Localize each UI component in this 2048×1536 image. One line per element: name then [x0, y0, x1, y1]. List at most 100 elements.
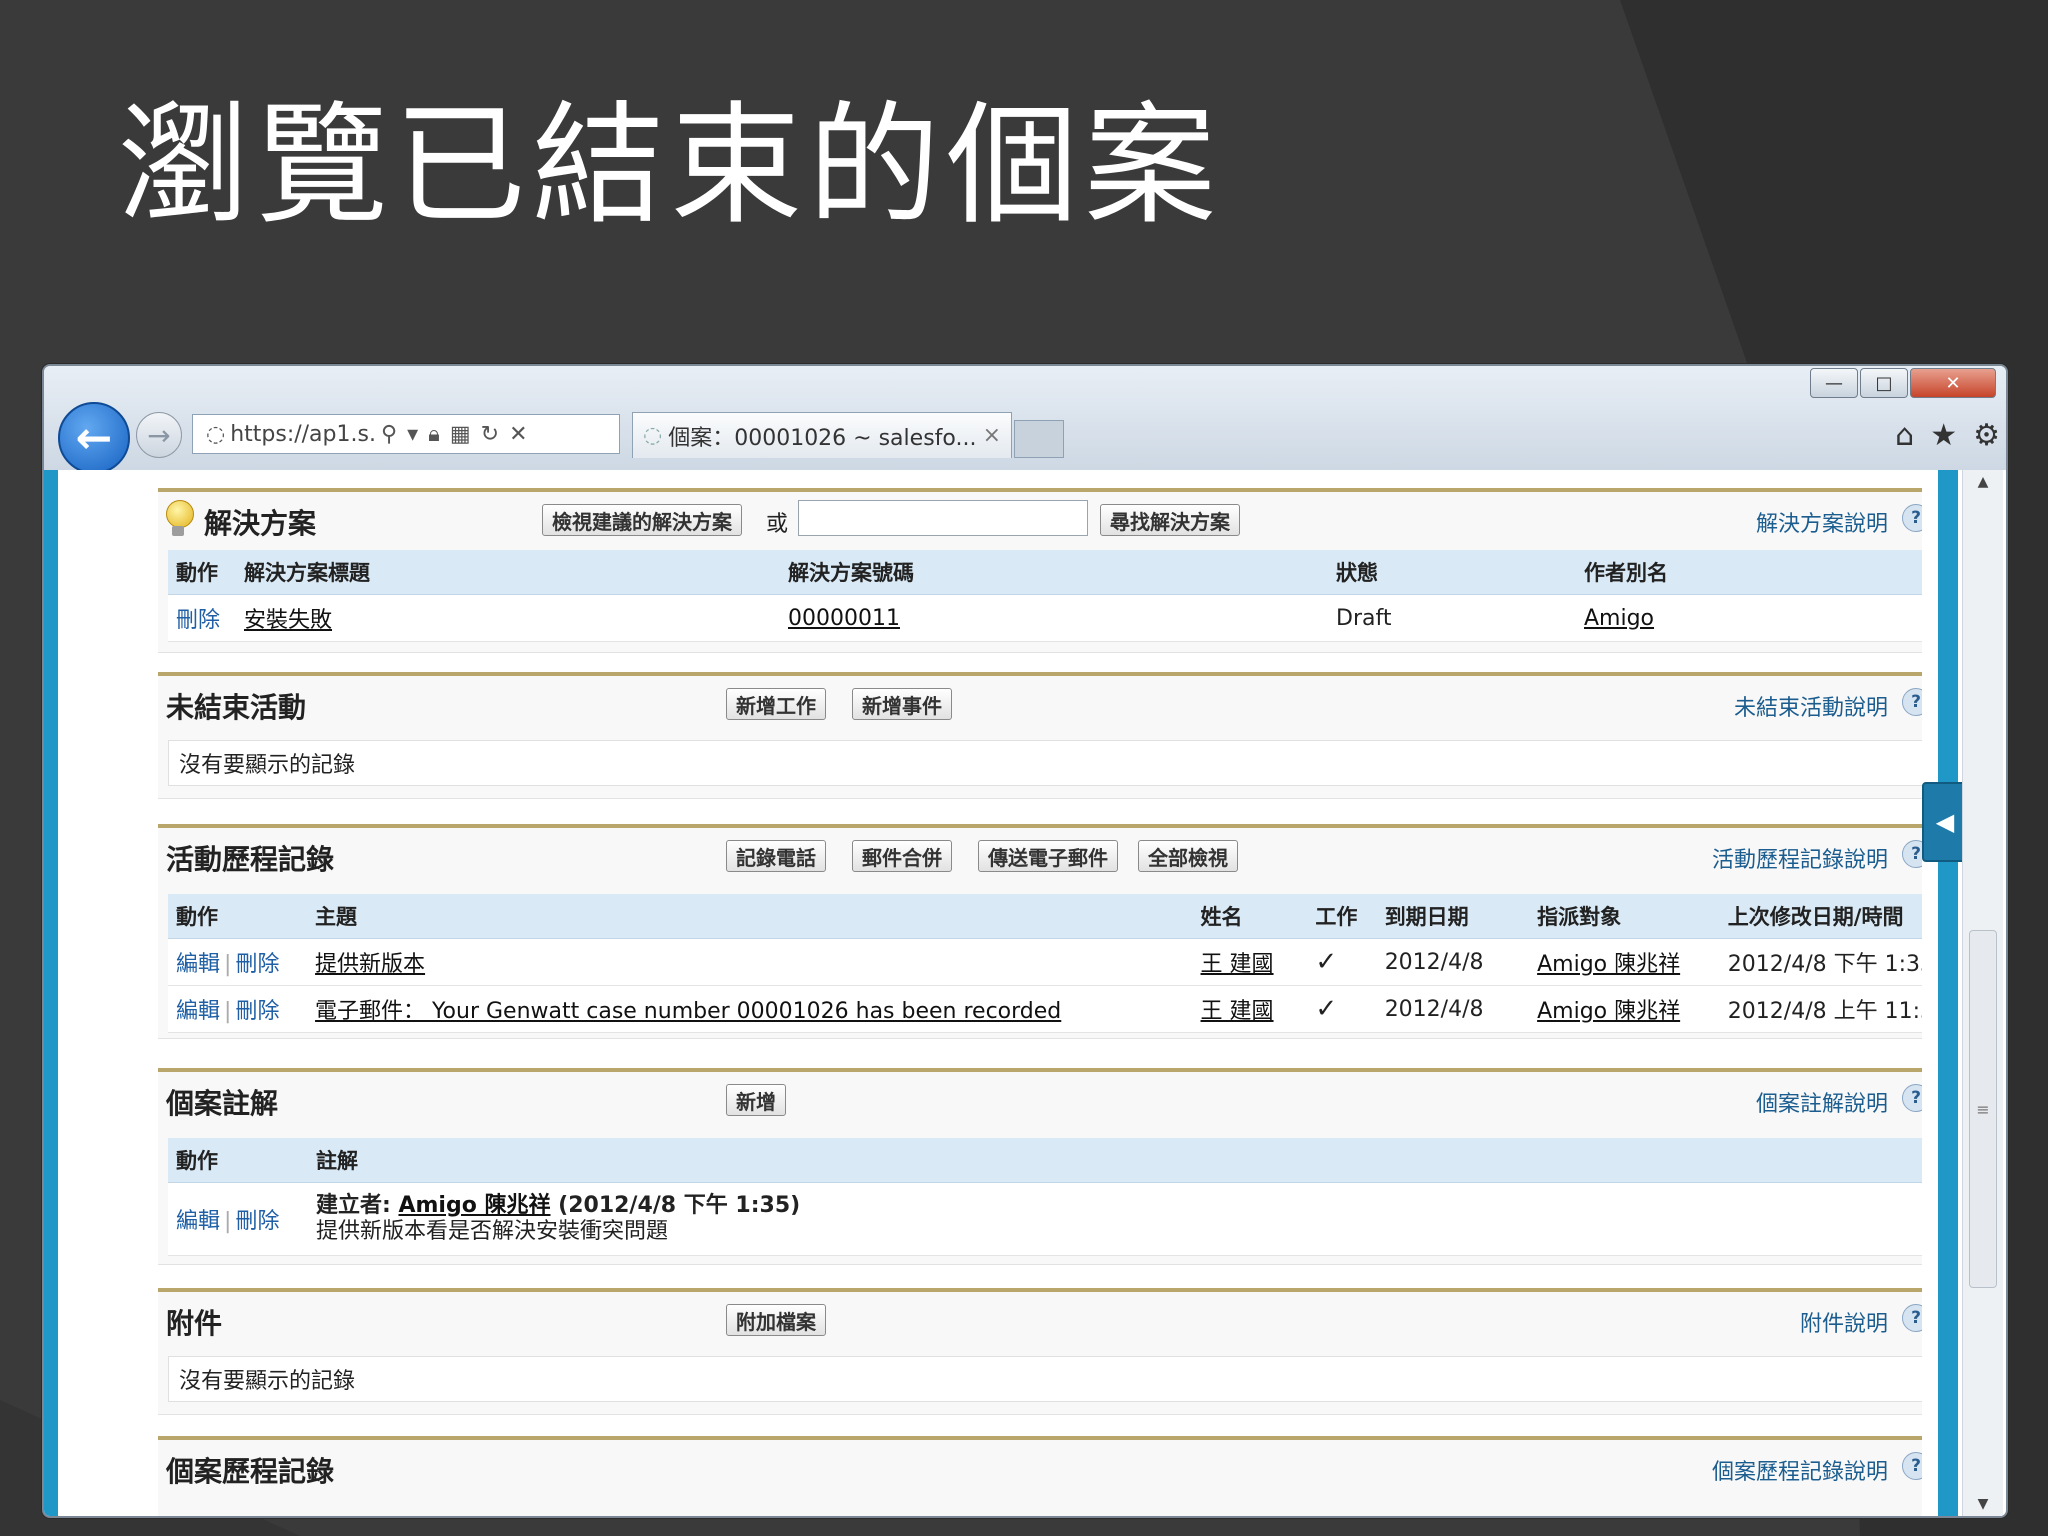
col-action: 動作	[168, 1138, 308, 1183]
attach-file-button[interactable]: 附加檔案	[726, 1304, 826, 1336]
col-due-date: 到期日期	[1376, 894, 1530, 939]
delete-link[interactable]: 刪除	[235, 999, 279, 1024]
last-modified: 2012/4/8 下午 1:33	[1727, 952, 1922, 977]
stop-icon[interactable]: ✕	[509, 422, 527, 447]
contact-name-link[interactable]: 王 建國	[1201, 999, 1274, 1024]
activity-history-help-link[interactable]: 活動歷程記錄說明	[1712, 842, 1888, 874]
help-question-icon[interactable]: ?	[1902, 1452, 1922, 1480]
help-question-icon[interactable]: ?	[1902, 1084, 1922, 1112]
edit-link[interactable]: 編輯	[176, 999, 220, 1024]
lightbulb-icon	[166, 500, 194, 528]
table-row: 編輯 | 刪除 建立者: Amigo 陳兆祥 (2012/4/8 下午 1:35) …	[168, 1182, 1922, 1256]
scroll-up-icon[interactable]: ▲	[1963, 474, 2003, 490]
solutions-help-link[interactable]: 解決方案說明	[1756, 506, 1888, 538]
new-task-button[interactable]: 新增工作	[726, 688, 826, 720]
case-comments-section: 個案註解 新增 個案註解說明 ? 動作 註解 編輯 | 刪除 建立者: Amigo …	[158, 1068, 1922, 1265]
page-icon: ◌	[206, 421, 226, 447]
comment-header: 建立者: Amigo 陳兆祥 (2012/4/8 下午 1:35)	[316, 1193, 1922, 1219]
help-question-icon[interactable]: ?	[1902, 840, 1922, 868]
col-last-modified: 上次修改日期/時間	[1719, 894, 1922, 939]
col-subject: 主題	[307, 894, 1193, 939]
col-author-alias: 作者別名	[1576, 550, 1922, 595]
delete-link[interactable]: 刪除	[235, 1209, 279, 1234]
scroll-thumb[interactable]: ≡	[1969, 930, 1997, 1288]
help-question-icon[interactable]: ?	[1902, 688, 1922, 716]
subject-link[interactable]: 電子郵件： Your Genwatt case number 00001026 …	[315, 999, 1061, 1024]
solution-status: Draft	[1336, 605, 1392, 631]
solution-number-link[interactable]: 00000011	[788, 606, 900, 631]
forward-arrow-icon[interactable]: →	[136, 412, 182, 458]
solution-title-link[interactable]: 安裝失敗	[244, 608, 332, 633]
home-icon[interactable]: ⌂	[1895, 418, 1914, 453]
lock-icon[interactable]: 🔒︎	[428, 422, 440, 447]
col-comment: 註解	[308, 1138, 1922, 1183]
action-separator: |	[224, 952, 232, 977]
browser-tab-active[interactable]: ◌ 個案：00001026 ~ salesfo... ×	[632, 412, 1012, 458]
comment-date: (2012/4/8 下午 1:35)	[550, 1193, 801, 1218]
send-email-button[interactable]: 傳送電子郵件	[978, 840, 1118, 872]
close-window-button[interactable]: ✕	[1910, 368, 1996, 398]
author-alias-link[interactable]: Amigo	[1584, 606, 1654, 631]
edit-link[interactable]: 編輯	[176, 1209, 220, 1234]
comment-body: 提供新版本看是否解決安裝衝突問題	[316, 1219, 669, 1244]
task-check-icon: ✓	[1315, 994, 1338, 1024]
table-row: 刪除 安裝失敗 00000011 Draft Amigo	[168, 594, 1922, 642]
help-question-icon[interactable]: ?	[1902, 1304, 1922, 1332]
refresh-icon[interactable]: ↻	[481, 422, 499, 447]
new-event-button[interactable]: 新增事件	[852, 688, 952, 720]
find-solution-button[interactable]: 尋找解決方案	[1100, 504, 1240, 536]
delete-link[interactable]: 刪除	[176, 608, 220, 633]
table-row: 編輯 | 刪除 電子郵件： Your Genwatt case number 000…	[168, 985, 1922, 1033]
compat-icon[interactable]: ▦	[450, 422, 471, 447]
subject-link[interactable]: 提供新版本	[315, 952, 425, 977]
solution-search-input[interactable]	[798, 500, 1088, 536]
lightbulb-base-icon	[172, 526, 184, 536]
contact-name-link[interactable]: 王 建國	[1201, 952, 1274, 977]
case-comments-table: 動作 註解 編輯 | 刪除 建立者: Amigo 陳兆祥 (2012/4/8 下午 …	[168, 1138, 1922, 1256]
new-tab-button[interactable]	[1014, 420, 1064, 458]
view-all-button[interactable]: 全部檢視	[1138, 840, 1238, 872]
tab-close-icon[interactable]: ×	[983, 423, 1001, 448]
solutions-section: 解決方案 檢視建議的解決方案 或 尋找解決方案 解決方案說明 ? 動作 解決方案…	[158, 488, 1922, 653]
new-comment-button[interactable]: 新增	[726, 1084, 786, 1116]
slide-title: 瀏覽已結束的個案	[118, 89, 1222, 243]
col-name: 姓名	[1192, 894, 1308, 939]
address-bar[interactable]: ◌ https://ap1.s. ⚲ ▾ 🔒︎ ▦ ↻ ✕	[192, 414, 620, 454]
left-accent-rail	[44, 470, 58, 1516]
view-suggested-solutions-button[interactable]: 檢視建議的解決方案	[542, 504, 742, 536]
table-row: 編輯 | 刪除 提供新版本 王 建國 ✓ 2012/4/8 Amigo 陳兆祥 20…	[168, 938, 1922, 986]
scroll-down-icon[interactable]: ▼	[1963, 1496, 2003, 1512]
col-solution-number: 解決方案號碼	[780, 550, 1328, 595]
delete-link[interactable]: 刪除	[235, 952, 279, 977]
minimize-button[interactable]: —	[1810, 368, 1858, 398]
last-modified: 2012/4/8 上午 11:53	[1727, 999, 1922, 1024]
tab-title: 個案：00001026 ~ salesfo...	[668, 425, 977, 451]
back-arrow-icon[interactable]: ←	[58, 402, 130, 474]
page-content: ◀ ▲ ≡ ▼ 解決方案 檢視建議的解決方案 或 尋找解決方案 解決方案說明 ?…	[44, 470, 2006, 1516]
col-action: 動作	[168, 550, 236, 595]
comment-prefix: 建立者:	[316, 1193, 399, 1218]
case-history-section: 個案歷程記錄 個案歷程記錄說明 ?	[158, 1436, 1922, 1516]
assigned-to-link[interactable]: Amigo 陳兆祥	[1537, 999, 1680, 1024]
comment-author-link[interactable]: Amigo 陳兆祥	[398, 1193, 550, 1218]
col-action: 動作	[168, 894, 308, 939]
attachments-help-link[interactable]: 附件說明	[1800, 1306, 1888, 1338]
edit-link[interactable]: 編輯	[176, 952, 220, 977]
open-activities-empty: 沒有要顯示的記錄	[168, 740, 1922, 786]
due-date: 2012/4/8	[1384, 996, 1484, 1022]
vertical-scrollbar[interactable]: ▲ ≡ ▼	[1962, 470, 2003, 1516]
favorites-star-icon[interactable]: ★	[1930, 418, 1957, 453]
settings-gear-icon[interactable]: ⚙	[1973, 418, 2000, 453]
open-activities-help-link[interactable]: 未結束活動說明	[1734, 690, 1888, 722]
or-label: 或	[766, 512, 789, 537]
case-history-help-link[interactable]: 個案歷程記錄說明	[1712, 1454, 1888, 1486]
browser-toolbar-icons: ⌂ ★ ⚙	[1895, 418, 2000, 453]
mail-merge-button[interactable]: 郵件合併	[852, 840, 952, 872]
case-comments-help-link[interactable]: 個案註解說明	[1756, 1086, 1888, 1118]
maximize-button[interactable]: □	[1860, 368, 1908, 398]
log-call-button[interactable]: 記錄電話	[726, 840, 826, 872]
help-question-icon[interactable]: ?	[1902, 504, 1922, 532]
assigned-to-link[interactable]: Amigo 陳兆祥	[1537, 952, 1680, 977]
dropdown-icon[interactable]: ▾	[407, 422, 418, 447]
search-icon[interactable]: ⚲	[381, 422, 397, 447]
